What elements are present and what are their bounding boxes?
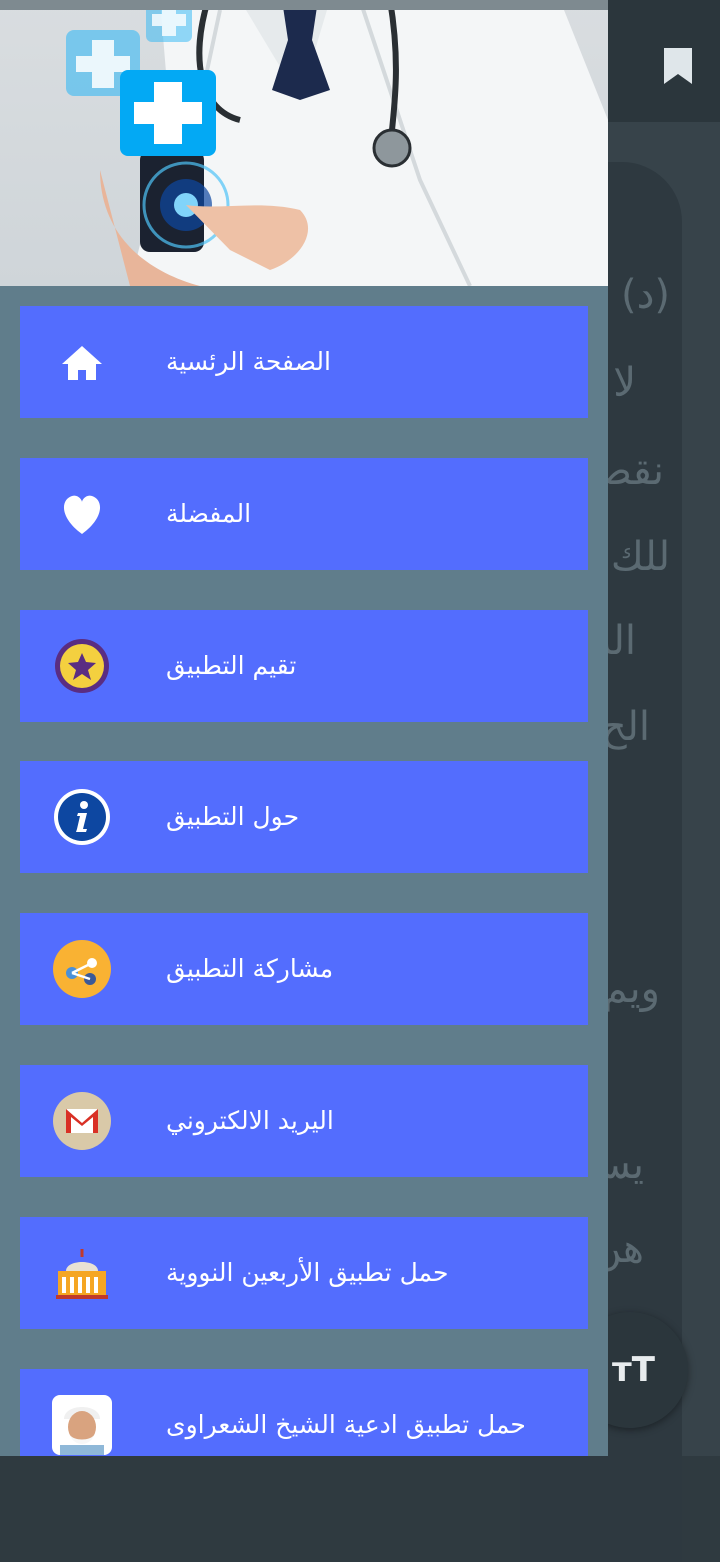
menu-item-favorites[interactable]: المفضلة bbox=[20, 458, 588, 570]
menu-item-label: مشاركة التطبيق bbox=[166, 954, 334, 983]
menu-item-label: اليريد الالكتروني bbox=[166, 1106, 334, 1135]
content-text-line: للك bbox=[610, 534, 670, 580]
menu-item-share[interactable]: مشاركة التطبيق bbox=[20, 913, 588, 1025]
info-icon bbox=[54, 789, 110, 845]
heart-icon bbox=[63, 495, 101, 534]
menu-item-about[interactable]: حول التطبيق bbox=[20, 761, 588, 873]
menu-item-label: حمل تطبيق ادعية الشيخ الشعراوى bbox=[166, 1410, 526, 1439]
menu-item-label: حمل تطبيق الأربعين النووية bbox=[166, 1258, 449, 1287]
drawer-header-image bbox=[0, 0, 608, 286]
bookmark-icon[interactable] bbox=[664, 48, 692, 84]
menu-item-email[interactable]: اليريد الالكتروني bbox=[20, 1065, 588, 1177]
content-text-line: لا bbox=[613, 360, 636, 406]
gmail-icon bbox=[53, 1092, 111, 1150]
content-text-line: ويم bbox=[602, 966, 660, 1012]
menu-item-arbaeen-app[interactable]: حمل تطبيق الأربعين النووية bbox=[20, 1217, 588, 1329]
menu-item-label: المفضلة bbox=[166, 499, 252, 528]
menu-item-label: حول التطبيق bbox=[166, 802, 300, 831]
content-text-line: الح bbox=[600, 704, 650, 750]
content-text-line: (د) bbox=[620, 272, 670, 318]
menu-item-shaarawy-app[interactable]: حمل تطبيق ادعية الشيخ الشعراوى bbox=[20, 1369, 588, 1456]
menu-item-home[interactable]: الصفحة الرئسية bbox=[20, 306, 588, 418]
doctor-illustration bbox=[66, 0, 608, 286]
menu-item-label: الصفحة الرئسية bbox=[166, 347, 331, 376]
mosque-icon bbox=[56, 1249, 108, 1299]
star-icon bbox=[55, 639, 109, 693]
menu-item-rate-app[interactable]: تقيم التطبيق bbox=[20, 610, 588, 722]
status-bar bbox=[0, 0, 608, 10]
sheikh-avatar-icon bbox=[52, 1395, 112, 1455]
share-icon bbox=[53, 940, 111, 998]
text-size-label: тT bbox=[612, 1350, 655, 1390]
menu-item-label: تقيم التطبيق bbox=[166, 651, 297, 680]
home-icon bbox=[62, 346, 102, 380]
navigation-drawer: الصفحة الرئسية المفضلة تقيم التطبيق حول … bbox=[0, 0, 608, 1456]
